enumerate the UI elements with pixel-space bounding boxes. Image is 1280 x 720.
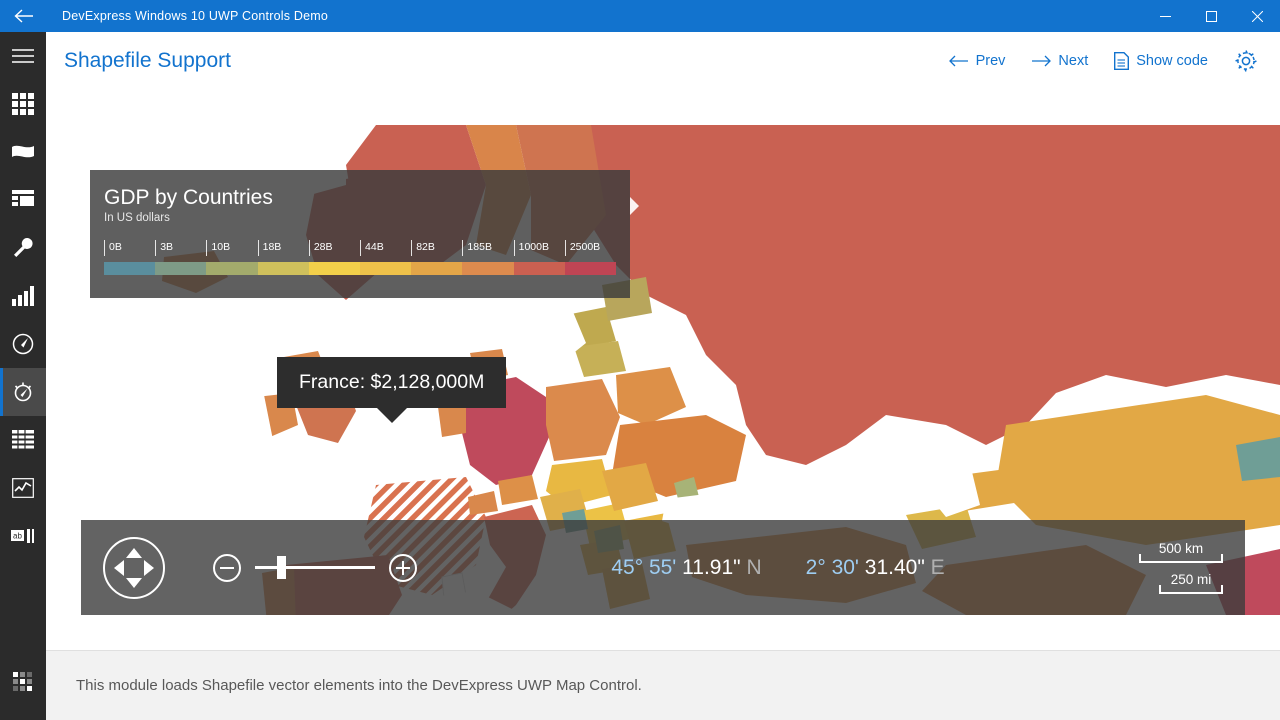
scale-bar-mi: 250 mi [1159,572,1223,594]
sidebar-item-grid[interactable] [0,80,46,128]
page-title: Shapefile Support [64,49,231,72]
app-window: DevExpress Windows 10 UWP Controls Demo [0,0,1280,720]
latitude-degrees: 45° [611,555,644,579]
page-header: Shapefile Support Prev Next Show code [46,32,1280,90]
svg-text:ab: ab [13,532,22,541]
sidebar-item-data-grid[interactable] [0,416,46,464]
sidebar-item-gauges[interactable] [0,320,46,368]
longitude-degrees: 2° [805,555,826,579]
legend-title: GDP by Countries [104,186,273,209]
sidebar-item-text-edit[interactable]: ab [0,512,46,560]
show-code-button[interactable]: Show code [1114,52,1208,70]
legend-scale: 0B 3B 10B 18B 28B 44B 82B 185B 1000B 250… [104,240,617,282]
zoom-slider[interactable] [255,556,375,579]
scale-bar-km: 500 km [1139,541,1223,563]
coordinate-readout: 45° 55' 11.91" N 2° 30' 31.40" E [417,556,1139,580]
window-title: DevExpress Windows 10 UWP Controls Demo [62,9,328,23]
content-area: GDP by Countries In US dollars 0B 3B 10B… [46,90,1280,650]
sidebar-item-all-apps[interactable] [0,658,46,706]
prev-label: Prev [975,53,1006,69]
pan-up-arrow[interactable] [126,547,142,558]
legend-swatch [411,262,463,276]
legend-tick: 28B [308,240,360,262]
minimize-button[interactable] [1142,0,1188,32]
legend-swatch [360,262,412,276]
sidebar-item-maps[interactable] [0,368,46,416]
legend-tick: 44B [360,240,411,262]
pan-left-arrow[interactable] [114,559,124,576]
legend-tick: 3B [155,240,206,262]
legend-tick: 18B [257,240,309,262]
legend-swatch [308,262,361,276]
back-arrow-icon[interactable] [0,0,48,32]
latitude-readout: 45° 55' 11.91" N [611,556,761,580]
longitude-minutes: 30' [831,555,859,579]
arrow-right-icon [1031,55,1052,67]
longitude-hemisphere: E [930,555,945,579]
module-description: This module loads Shapefile vector eleme… [76,677,642,694]
legend-tick-row: 0B 3B 10B 18B 28B 44B 82B 185B 1000B 250… [104,240,616,262]
pan-down-arrow[interactable] [126,577,142,588]
legend-tick: 82B [411,240,462,262]
latitude-hemisphere: N [746,555,762,579]
prev-button[interactable]: Prev [948,53,1006,69]
legend-tick: 1000B [513,240,565,262]
legend-swatch [462,262,514,276]
sidebar-item-sparkline[interactable] [0,464,46,512]
legend-swatch [104,262,156,276]
document-icon [1114,52,1130,70]
legend-subtitle: In US dollars [104,212,170,225]
legend-swatch [564,262,617,276]
close-button[interactable] [1234,0,1280,32]
sidebar-item-editors[interactable] [0,224,46,272]
map-tooltip: France: $2,128,000M [277,357,507,408]
scale-bars: 500 km 250 mi [1139,541,1223,594]
next-label: Next [1058,53,1089,69]
zoom-out-icon[interactable] [213,553,241,582]
sidebar-item-layout[interactable] [0,176,46,224]
latitude-seconds: 11.91" [682,555,741,579]
map-toolbar: 45° 55' 11.91" N 2° 30' 31.40" E 500 km … [81,520,1245,615]
longitude-seconds: 31.40" [864,555,925,579]
gear-icon[interactable] [1234,49,1258,73]
legend-tick: 2500B [564,240,616,262]
zoom-in-icon[interactable] [389,553,417,582]
legend-color-bar [104,262,617,276]
zoom-slider-thumb[interactable] [277,556,286,579]
pan-right-arrow[interactable] [144,559,154,576]
legend-tick: 0B [104,240,155,262]
sidebar-item-menu[interactable] [0,32,46,80]
legend-tick: 185B [462,240,513,262]
legend-swatch [257,262,309,276]
legend-swatch [155,262,207,276]
map-canvas[interactable]: GDP by Countries In US dollars 0B 3B 10B… [46,125,1280,615]
map-legend: GDP by Countries In US dollars 0B 3B 10B… [90,170,639,298]
footer: This module loads Shapefile vector eleme… [46,650,1280,720]
sidebar-item-ribbon[interactable] [0,128,46,176]
maximize-button[interactable] [1188,0,1234,32]
next-button[interactable]: Next [1031,53,1088,69]
legend-tick: 10B [206,240,257,262]
latitude-minutes: 55' [648,555,677,579]
pan-control-icon[interactable] [103,536,165,599]
legend-swatch [206,262,258,276]
sidebar-item-charts[interactable] [0,272,46,320]
title-bar: DevExpress Windows 10 UWP Controls Demo [0,0,1280,32]
legend-swatch [513,262,565,276]
arrow-left-icon [948,55,969,67]
longitude-readout: 2° 30' 31.40" E [806,556,945,580]
show-code-label: Show code [1136,53,1208,69]
sidebar: ab [0,32,46,720]
